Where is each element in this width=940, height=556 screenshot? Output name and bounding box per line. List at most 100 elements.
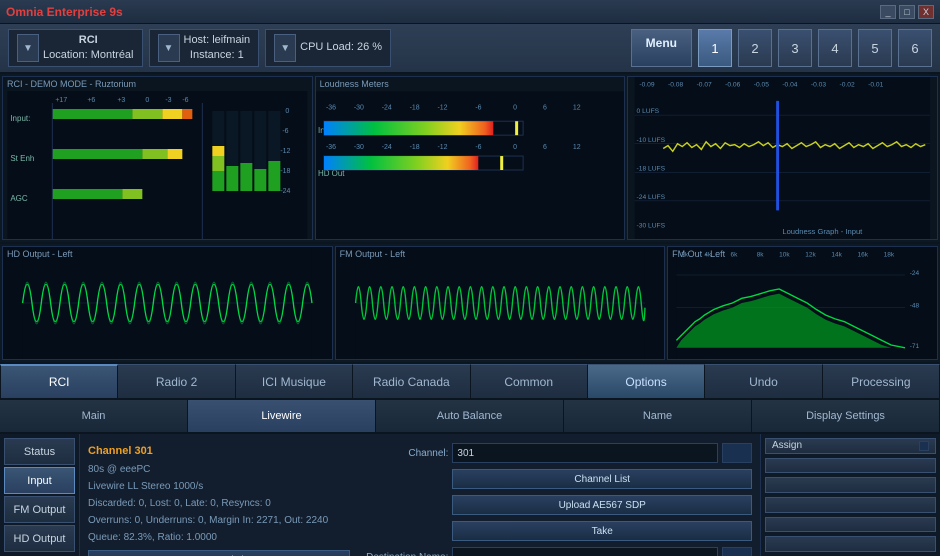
tab2-auto-balance[interactable]: Auto Balance xyxy=(376,400,564,432)
fm-output-left-panel: FM Output - Left xyxy=(335,246,666,360)
right-btn-2[interactable] xyxy=(765,458,936,474)
svg-text:-18: -18 xyxy=(409,104,419,111)
oscilloscope-section: HD Output - Left FM Output - Left FM Out… xyxy=(0,244,940,364)
meters-section: RCI - DEMO MODE - Ruztorium Input: St En… xyxy=(0,74,940,244)
main-content: Channel 301 80s @ eeePC Livewire LL Ster… xyxy=(80,434,760,556)
svg-text:8k: 8k xyxy=(757,251,765,258)
app-title: Omnia Enterprise 9s xyxy=(6,5,123,19)
minimize-button[interactable]: _ xyxy=(880,5,896,19)
info-section: Channel 301 80s @ eeePC Livewire LL Ster… xyxy=(88,442,752,556)
info-line4: Overruns: 0, Underruns: 0, Margin In: 22… xyxy=(88,512,350,529)
svg-text:St Enh: St Enh xyxy=(10,154,34,163)
multiband-meter-panel: RCI - DEMO MODE - Ruztorium Input: St En… xyxy=(2,76,313,240)
rci-dropdown[interactable]: ▼ xyxy=(17,34,39,62)
menu-button[interactable]: Menu xyxy=(631,29,692,67)
svg-text:-0.01: -0.01 xyxy=(868,82,883,89)
top-nav: ▼ RCI Location: Montréal ▼ Host: leifmai… xyxy=(0,24,940,74)
take-button[interactable]: Take xyxy=(452,521,752,541)
right-btn-5[interactable] xyxy=(765,517,936,533)
channel-list-row: Channel List xyxy=(358,468,752,490)
svg-text:-0.06: -0.06 xyxy=(726,82,741,89)
spectrum-wave: 2k 4k 6k 8k 10k 12k 14k 16k 18k -24 -48 … xyxy=(668,247,937,359)
channel-row: Channel: xyxy=(358,442,752,464)
dest-input[interactable] xyxy=(452,547,718,556)
tab2-display-settings[interactable]: Display Settings xyxy=(752,400,940,432)
dest-row: Destination Name: xyxy=(358,546,752,556)
svg-text:0: 0 xyxy=(145,97,149,104)
sidebar-input[interactable]: Input xyxy=(4,467,75,494)
sidebar-fm-output[interactable]: FM Output xyxy=(4,496,75,523)
info-line1: 80s @ eeePC xyxy=(88,461,350,478)
svg-text:18k: 18k xyxy=(884,251,895,258)
svg-text:+17: +17 xyxy=(55,97,67,104)
svg-text:-0.04: -0.04 xyxy=(783,82,798,89)
fm-output-label: FM Output - Left xyxy=(340,249,406,259)
svg-text:-12: -12 xyxy=(437,144,447,151)
preset-3-button[interactable]: 3 xyxy=(778,29,812,67)
channel-info: Channel 301 80s @ eeePC Livewire LL Ster… xyxy=(88,442,350,556)
right-btn-4[interactable] xyxy=(765,497,936,513)
svg-text:-24 LUFS: -24 LUFS xyxy=(637,194,666,201)
maximize-button[interactable]: □ xyxy=(899,5,915,19)
svg-text:-24: -24 xyxy=(381,104,391,111)
right-panel: Assign xyxy=(760,434,940,556)
svg-text:-3: -3 xyxy=(165,97,171,104)
svg-text:0: 0 xyxy=(513,104,517,111)
tab-radio2[interactable]: Radio 2 xyxy=(118,364,235,398)
cpu-selector: ▼ CPU Load: 26 % xyxy=(265,29,391,67)
tab-common[interactable]: Common xyxy=(471,364,588,398)
svg-text:-12: -12 xyxy=(437,104,447,111)
svg-text:-6: -6 xyxy=(182,97,188,104)
loudness-meter-svg: -36 -30 -24 -18 -12 -6 0 6 12 Input xyxy=(316,91,625,240)
preset-6-button[interactable]: 6 xyxy=(898,29,932,67)
reset-stats-button[interactable]: Reset Statistics xyxy=(88,550,350,556)
tab-processing[interactable]: Processing xyxy=(823,364,940,398)
preset-5-button[interactable]: 5 xyxy=(858,29,892,67)
svg-text:-36: -36 xyxy=(326,104,336,111)
svg-text:6: 6 xyxy=(543,144,547,151)
hd-output-left-panel: HD Output - Left xyxy=(2,246,333,360)
preset-2-button[interactable]: 2 xyxy=(738,29,772,67)
svg-text:-6: -6 xyxy=(475,144,481,151)
sidebar-hd-output[interactable]: HD Output xyxy=(4,525,75,552)
svg-text:-10 LUFS: -10 LUFS xyxy=(637,137,666,144)
dest-label: Destination Name: xyxy=(358,552,448,556)
svg-text:6k: 6k xyxy=(731,251,739,258)
sidebar-status[interactable]: Status xyxy=(4,438,75,465)
channel-input[interactable] xyxy=(452,443,718,463)
close-button[interactable]: X xyxy=(918,5,934,19)
host-dropdown[interactable]: ▼ xyxy=(158,34,180,62)
info-line3: Discarded: 0, Lost: 0, Late: 0, Resyncs:… xyxy=(88,495,350,512)
tab-bar-2: Main Livewire Auto Balance Name Display … xyxy=(0,400,940,434)
multiband-meter-svg: Input: St Enh AGC +17 +6 +3 0 -3 -6 xyxy=(3,91,312,240)
tab-undo[interactable]: Undo xyxy=(705,364,822,398)
tab-options[interactable]: Options xyxy=(588,364,705,398)
cpu-dropdown[interactable]: ▼ xyxy=(274,34,296,62)
svg-text:Loudness Graph - Input: Loudness Graph - Input xyxy=(783,227,864,236)
preset-4-button[interactable]: 4 xyxy=(818,29,852,67)
tab2-livewire[interactable]: Livewire xyxy=(188,400,376,432)
tab-radio-canada[interactable]: Radio Canada xyxy=(353,364,470,398)
channel-list-button[interactable]: Channel List xyxy=(452,469,752,489)
svg-text:+3: +3 xyxy=(117,97,125,104)
sidebar: Status Input FM Output HD Output xyxy=(0,434,80,556)
rci-selector: ▼ RCI Location: Montréal xyxy=(8,29,143,67)
tab-bar-1: RCI Radio 2 ICI Musique Radio Canada Com… xyxy=(0,364,940,400)
right-btn-6[interactable] xyxy=(765,536,936,552)
right-btn-3[interactable] xyxy=(765,477,936,493)
tab-rci[interactable]: RCI xyxy=(0,364,118,398)
preset-1-button[interactable]: 1 xyxy=(698,29,732,67)
svg-text:-24: -24 xyxy=(910,270,920,277)
svg-text:-24: -24 xyxy=(381,144,391,151)
assign-button[interactable]: Assign xyxy=(765,438,936,454)
info-line2: Livewire LL Stereo 1000/s xyxy=(88,478,350,495)
svg-text:+6: +6 xyxy=(87,97,95,104)
tab-ici-musique[interactable]: ICI Musique xyxy=(236,364,353,398)
hd-output-label: HD Output - Left xyxy=(7,249,73,259)
svg-text:-30: -30 xyxy=(354,104,364,111)
spectrum-label: FM Out - Left xyxy=(672,249,725,259)
tab2-main[interactable]: Main xyxy=(0,400,188,432)
upload-button[interactable]: Upload AE567 SDP xyxy=(452,495,752,515)
cpu-label: CPU Load: 26 % xyxy=(300,40,382,55)
tab2-name[interactable]: Name xyxy=(564,400,752,432)
